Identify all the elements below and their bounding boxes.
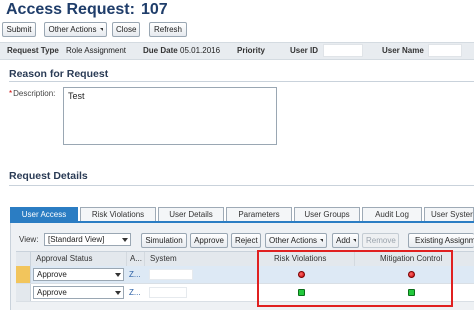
tab-audit-log[interactable]: Audit Log (362, 207, 422, 221)
reason-divider (9, 81, 474, 82)
chevron-down-icon (122, 238, 128, 242)
due-date-label: Due Date (143, 46, 178, 55)
chevron-down-icon (320, 239, 324, 243)
view-label: View: (19, 235, 39, 244)
existing-assignments-button[interactable]: Existing Assignme (408, 233, 474, 248)
approve-button[interactable]: Approve (190, 233, 228, 248)
priority-label: Priority (237, 46, 266, 55)
reason-section-title: Reason for Request (9, 68, 109, 80)
add-button[interactable]: Add (332, 233, 359, 248)
grid-other-actions-button[interactable]: Other Actions (265, 233, 327, 248)
system-value (149, 269, 193, 280)
user-name-label: User Name (382, 46, 424, 55)
user-name-value (428, 44, 462, 57)
request-type-label: Request Type (7, 46, 59, 55)
tab-user-details[interactable]: User Details (158, 207, 224, 221)
col-divider (144, 252, 145, 266)
system-value (149, 287, 187, 298)
reject-button[interactable]: Reject (231, 233, 261, 248)
col-divider (126, 252, 127, 266)
other-actions-label: Other Actions (48, 25, 97, 34)
view-select-value: [Standard View] (48, 235, 105, 244)
add-label: Add (336, 236, 351, 245)
description-label-text: Description: (13, 89, 56, 98)
select-all-cell[interactable] (16, 252, 31, 266)
tab-risk-violations[interactable]: Risk Violations (80, 207, 156, 221)
close-button[interactable]: Close (112, 22, 140, 37)
request-header-bar: Request Type Role Assignment Due Date 05… (0, 42, 474, 60)
due-date-value: 05.01.2016 (180, 46, 221, 55)
row-selector[interactable] (16, 266, 31, 283)
remove-button[interactable]: Remove (362, 233, 399, 248)
approval-status-select[interactable]: Approve (33, 268, 124, 281)
chevron-down-icon (115, 291, 121, 295)
chevron-down-icon (353, 239, 357, 243)
user-id-value (323, 44, 363, 57)
grid-other-actions-label: Other Actions (269, 236, 318, 245)
tab-user-access[interactable]: User Access (10, 207, 78, 221)
page-title: Access Request: 107 (6, 1, 168, 19)
main-toolbar: Submit Other Actions Close Refresh (0, 22, 474, 38)
approval-status-value: Approve (37, 270, 67, 279)
request-number: 107 (140, 1, 168, 18)
description-textarea[interactable]: Test (63, 87, 277, 145)
simulation-button[interactable]: Simulation (141, 233, 187, 248)
a-value-link[interactable]: Z... (129, 288, 141, 297)
chevron-down-icon (99, 28, 103, 32)
view-select[interactable]: [Standard View] (44, 233, 131, 246)
required-mark: * (9, 89, 13, 98)
details-section-title: Request Details (9, 170, 88, 182)
approval-status-value: Approve (37, 288, 67, 297)
request-type-value: Role Assignment (66, 46, 127, 55)
other-actions-button[interactable]: Other Actions (44, 22, 107, 37)
row-selector[interactable] (16, 284, 31, 301)
tab-parameters[interactable]: Parameters (226, 207, 292, 221)
refresh-button[interactable]: Refresh (149, 22, 187, 37)
annotation-highlight-box (257, 250, 453, 307)
submit-button[interactable]: Submit (2, 22, 36, 37)
page-title-prefix: Access Request: (6, 1, 135, 18)
tab-user-groups[interactable]: User Groups (294, 207, 360, 221)
a-value-link[interactable]: Z... (129, 270, 141, 279)
description-label: *Description: (9, 89, 55, 98)
col-a[interactable]: A... (130, 254, 142, 263)
chevron-down-icon (115, 273, 121, 277)
col-system[interactable]: System (150, 254, 177, 263)
tab-user-systems[interactable]: User Syster (424, 207, 474, 221)
approval-status-select[interactable]: Approve (33, 286, 124, 299)
col-approval-status[interactable]: Approval Status (36, 254, 92, 263)
user-id-label: User ID (290, 46, 319, 55)
details-divider (9, 185, 474, 186)
